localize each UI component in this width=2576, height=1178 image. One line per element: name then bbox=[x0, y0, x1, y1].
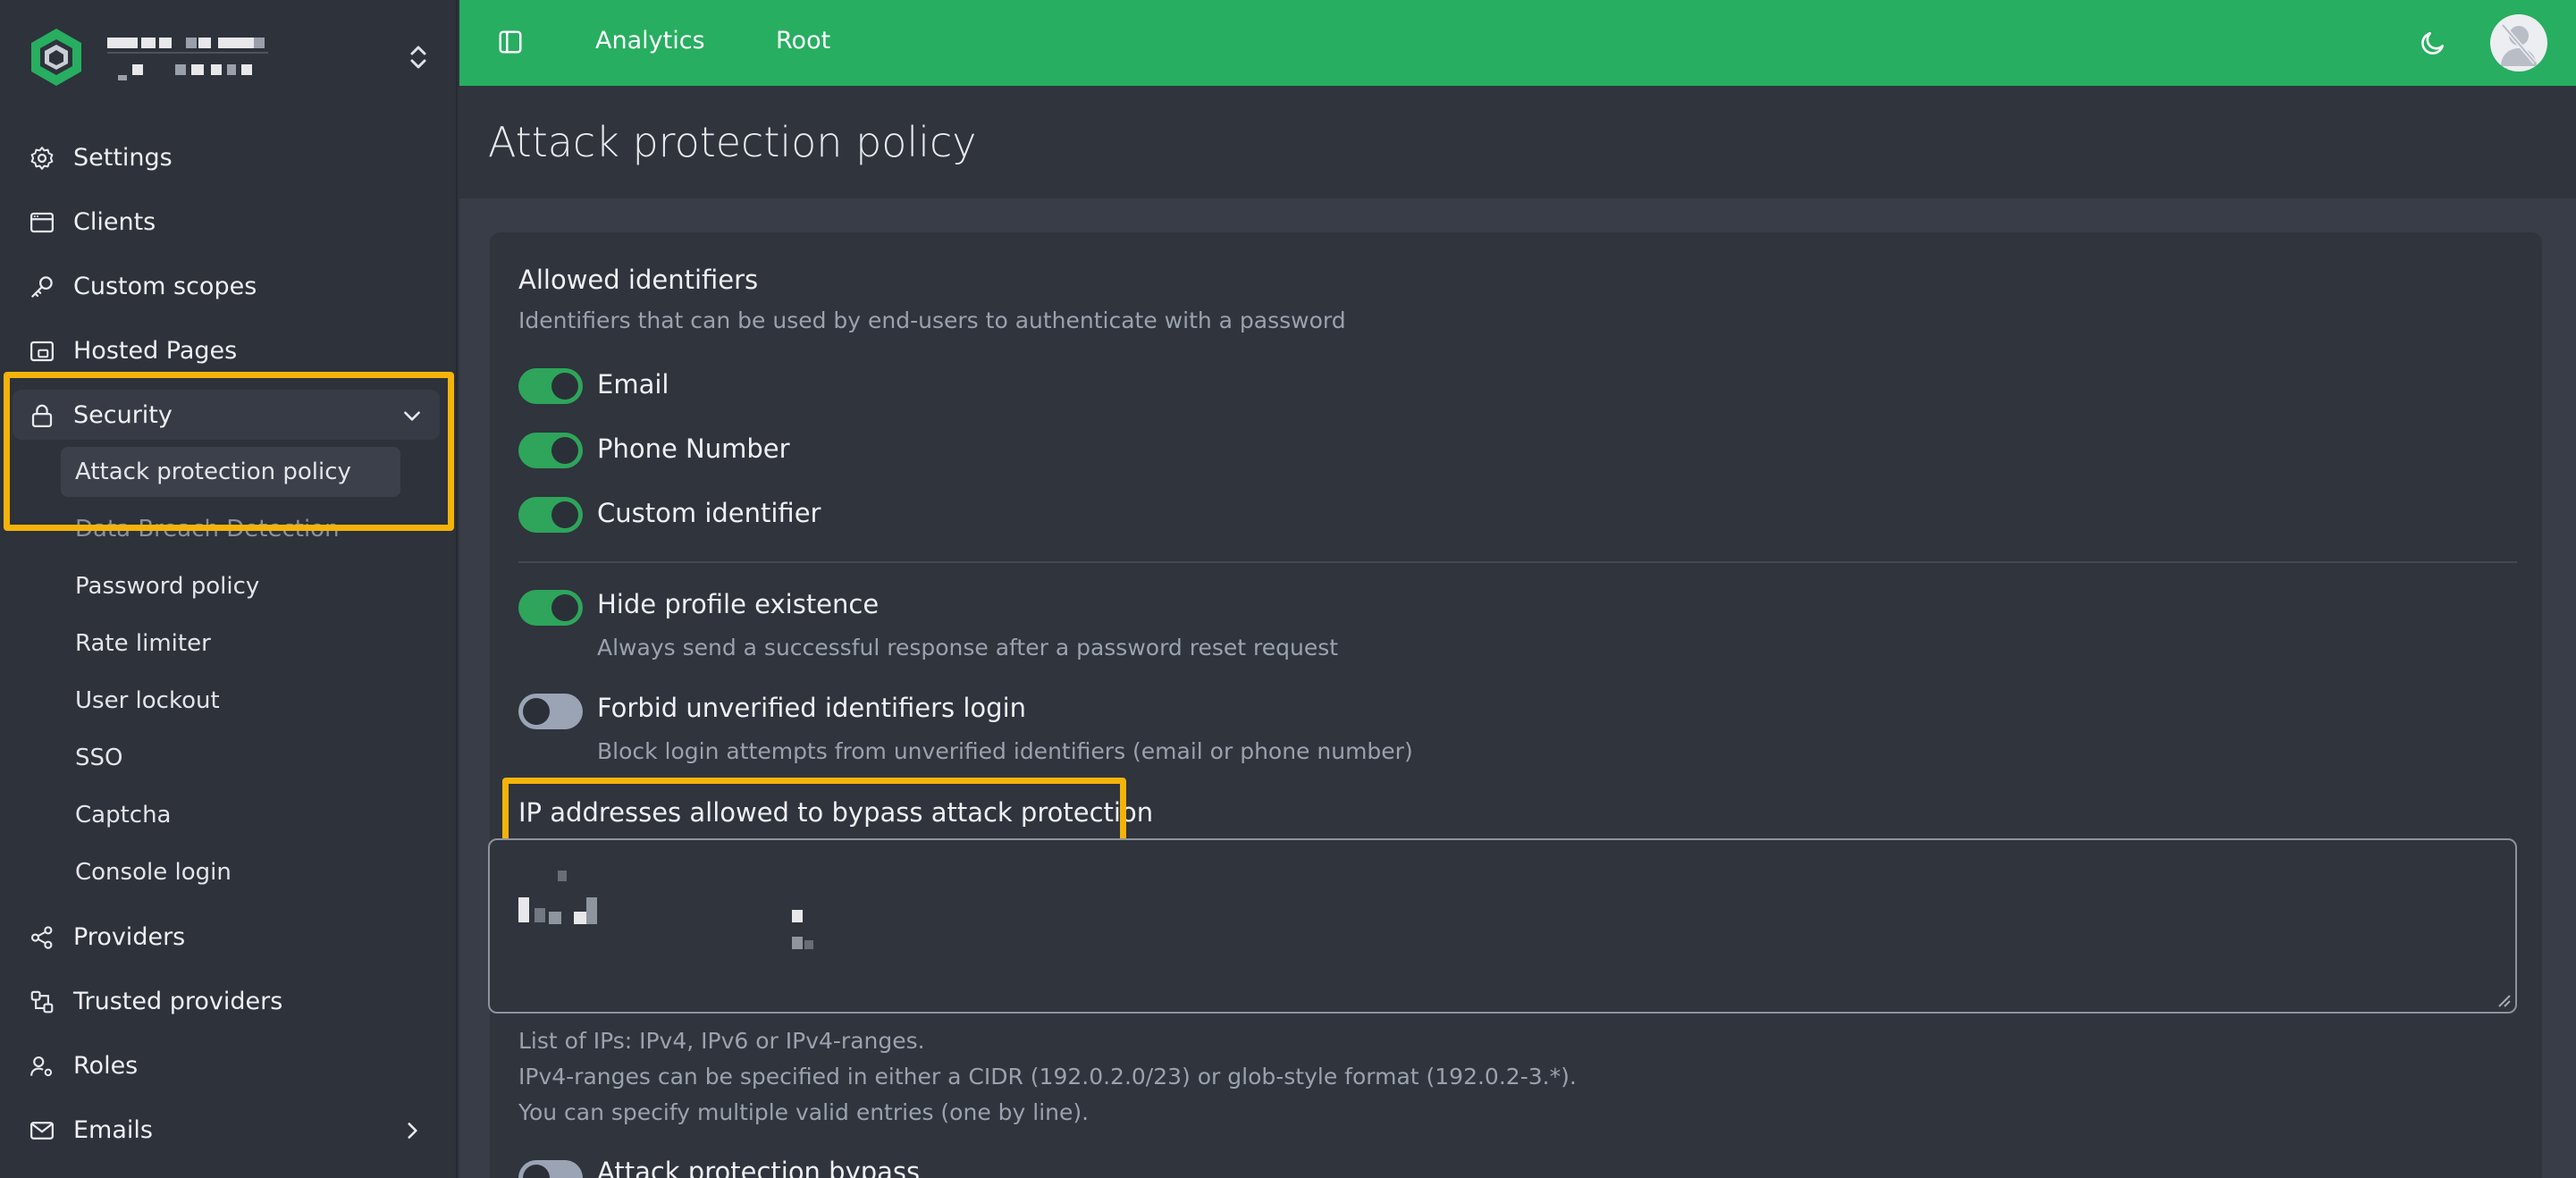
sidebar-item-label: Security bbox=[73, 401, 173, 429]
sidebar-subitem-captcha[interactable]: Captcha bbox=[61, 790, 400, 840]
nav-link-analytics[interactable]: Analytics bbox=[595, 27, 705, 55]
ip-addresses-textarea[interactable] bbox=[488, 838, 2517, 1014]
sidebar-subitem-label: Captcha bbox=[75, 802, 172, 829]
ip-help-line-2: IPv4-ranges can be specified in either a… bbox=[518, 1064, 1577, 1090]
sidebar-item-label: Clients bbox=[73, 208, 156, 236]
phone-number-toggle[interactable] bbox=[518, 433, 583, 468]
sidebar-item-emails[interactable]: Emails bbox=[13, 1105, 440, 1155]
sidebar-subitem-user-lockout[interactable]: User lockout bbox=[61, 676, 400, 726]
custom-identifier-toggle[interactable] bbox=[518, 497, 583, 533]
sidebar-item-label: Custom scopes bbox=[73, 273, 257, 300]
sidebar-item-clients[interactable]: Clients bbox=[13, 197, 440, 247]
sidebar-subitem-label: Password policy bbox=[75, 573, 260, 600]
page-header: Attack protection policy bbox=[459, 86, 2576, 198]
custom-identifier-toggle-label: Custom identifier bbox=[597, 498, 821, 528]
sidebar-item-settings[interactable]: Settings bbox=[13, 132, 440, 182]
chevron-right-icon bbox=[408, 1123, 417, 1139]
forbid-unverified-login-label: Forbid unverified identifiers login bbox=[597, 693, 1027, 723]
lock-icon bbox=[31, 404, 53, 427]
sidebar-subitem-password-policy[interactable]: Password policy bbox=[61, 561, 400, 611]
sidebar-item-roles[interactable]: Roles bbox=[13, 1040, 440, 1090]
sidebar-subitem-label: SSO bbox=[75, 745, 123, 771]
hide-profile-existence-description: Always send a successful response after … bbox=[597, 635, 1339, 661]
sidebar-subitem-data-breach-detection[interactable]: Data Breach Detection bbox=[61, 504, 400, 554]
toggle-knob bbox=[551, 373, 578, 400]
sidebar-item-trusted-providers[interactable]: Trusted providers bbox=[13, 976, 440, 1026]
phone-number-toggle-label: Phone Number bbox=[597, 433, 790, 464]
sidebar-subitem-label: Console login bbox=[75, 859, 232, 886]
avatar[interactable] bbox=[2490, 14, 2547, 72]
email-toggle-label: Email bbox=[597, 369, 669, 400]
sidebar-item-label: Roles bbox=[73, 1052, 139, 1080]
sidebar-subitem-label: Data Breach Detection bbox=[75, 516, 340, 543]
allowed-identifiers-title: Allowed identifiers bbox=[518, 265, 759, 295]
sidebar-item-hosted-pages[interactable]: Hosted Pages bbox=[13, 325, 440, 375]
hide-profile-existence-label: Hide profile existence bbox=[597, 589, 880, 619]
toggle-knob bbox=[551, 437, 578, 464]
sidebar-item-label: Settings bbox=[73, 144, 173, 172]
sidebar-item-security[interactable]: Security bbox=[13, 390, 440, 440]
forbid-unverified-login-toggle[interactable] bbox=[518, 694, 583, 729]
user-roles-icon bbox=[30, 1056, 53, 1077]
mail-icon bbox=[30, 1122, 54, 1140]
attack-protection-bypass-toggle[interactable] bbox=[518, 1160, 583, 1178]
sidebar: Settings Clients Custom scopes Hosted Pa… bbox=[0, 0, 458, 1178]
toggle-knob bbox=[551, 501, 578, 528]
user-off-icon bbox=[2501, 23, 2537, 66]
allowed-identifiers-description: Identifiers that can be used by end-user… bbox=[518, 307, 1346, 333]
chevron-down-icon bbox=[404, 411, 420, 421]
moon-icon[interactable] bbox=[2419, 29, 2447, 57]
tenant-switcher[interactable] bbox=[27, 27, 429, 88]
sidebar-item-providers[interactable]: Providers bbox=[13, 912, 440, 962]
sidebar-item-label: Trusted providers bbox=[73, 988, 283, 1015]
resize-handle-icon[interactable] bbox=[2496, 992, 2512, 1008]
sidebar-subitem-label: User lockout bbox=[75, 687, 220, 714]
forbid-unverified-login-description: Block login attempts from unverified ide… bbox=[597, 738, 1413, 764]
hosted-pages-icon bbox=[30, 341, 54, 362]
ip-help-line-1: List of IPs: IPv4, IPv6 or IPv4-ranges. bbox=[518, 1028, 925, 1054]
toggle-knob bbox=[523, 1165, 550, 1178]
sidebar-subitem-rate-limiter[interactable]: Rate limiter bbox=[61, 618, 400, 669]
sidebar-subitem-console-login[interactable]: Console login bbox=[61, 847, 400, 897]
sidebar-subitem-label: Attack protection policy bbox=[75, 459, 351, 485]
ip-help-line-3: You can specify multiple valid entries (… bbox=[518, 1099, 1090, 1125]
sidebar-item-label: Hosted Pages bbox=[73, 337, 238, 365]
sidebar-subitem-sso[interactable]: SSO bbox=[61, 733, 400, 783]
toggle-knob bbox=[551, 594, 578, 621]
attack-protection-bypass-label: Attack protection bypass bbox=[597, 1157, 921, 1178]
sidebar-toggle-icon[interactable] bbox=[497, 29, 524, 55]
ip-bypass-title: IP addresses allowed to bypass attack pr… bbox=[518, 797, 1154, 828]
sidebar-item-label: Providers bbox=[73, 923, 186, 951]
sidebar-item-label: Emails bbox=[73, 1116, 153, 1144]
email-toggle[interactable] bbox=[518, 368, 583, 404]
page-title: Attack protection policy bbox=[488, 118, 977, 166]
trusted-providers-icon bbox=[30, 990, 54, 1014]
share-nodes-icon bbox=[30, 926, 53, 949]
section-divider bbox=[518, 561, 2517, 563]
key-icon bbox=[31, 276, 53, 298]
toggle-knob bbox=[523, 698, 550, 725]
sidebar-subitem-attack-protection-policy[interactable]: Attack protection policy bbox=[61, 447, 400, 497]
browser-window-icon bbox=[30, 212, 54, 233]
nav-link-root[interactable]: Root bbox=[776, 27, 830, 55]
top-bar: Analytics Root bbox=[459, 0, 2576, 86]
gear-icon bbox=[30, 147, 54, 170]
hide-profile-existence-toggle[interactable] bbox=[518, 590, 583, 626]
sidebar-subitem-label: Rate limiter bbox=[75, 630, 211, 657]
app-logo bbox=[31, 29, 81, 86]
chevron-up-down-icon bbox=[410, 46, 426, 69]
sidebar-item-custom-scopes[interactable]: Custom scopes bbox=[13, 261, 440, 311]
